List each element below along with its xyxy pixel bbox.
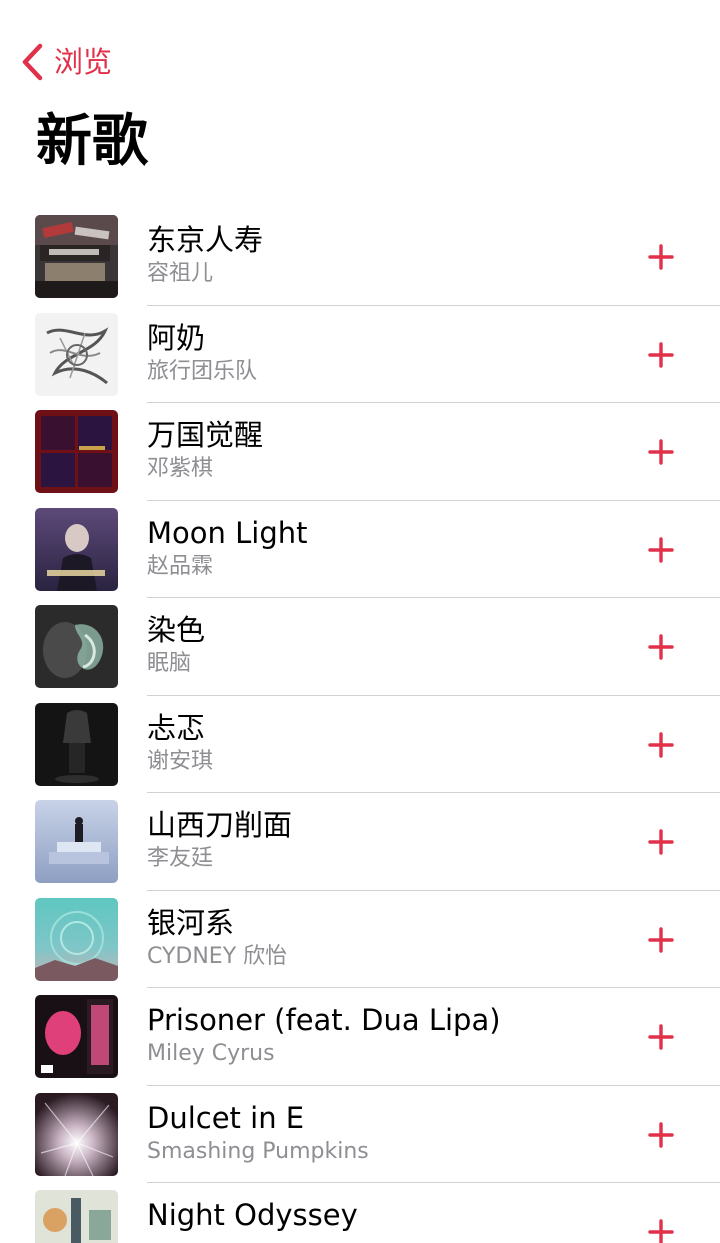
song-title: Night Odyssey bbox=[147, 1198, 358, 1232]
song-list: 东京人寿 容祖儿 阿奶 旅行团乐队 万国觉醒 邓紫棋 Moon Light 赵品… bbox=[0, 208, 720, 1243]
album-artwork bbox=[35, 1190, 118, 1243]
plus-icon bbox=[648, 634, 674, 660]
plus-icon bbox=[648, 1121, 674, 1148]
plus-icon bbox=[648, 439, 674, 465]
song-row[interactable]: Moon Light 赵品霖 bbox=[0, 501, 720, 598]
song-row[interactable]: Prisoner (feat. Dua Lipa) Miley Cyrus bbox=[0, 988, 720, 1086]
plus-icon bbox=[648, 244, 674, 270]
add-song-button[interactable] bbox=[640, 919, 682, 961]
song-row[interactable]: Night Odyssey bbox=[0, 1183, 720, 1243]
add-song-button[interactable] bbox=[640, 1114, 682, 1156]
album-artwork bbox=[35, 800, 118, 883]
song-artist: 邓紫棋 bbox=[147, 456, 214, 481]
song-artist: Miley Cyrus bbox=[147, 1041, 275, 1066]
song-row[interactable]: Dulcet in E Smashing Pumpkins bbox=[0, 1086, 720, 1183]
song-artist: 容祖儿 bbox=[147, 261, 214, 286]
plus-icon bbox=[648, 926, 674, 953]
plus-icon bbox=[648, 1219, 674, 1243]
song-title: Prisoner (feat. Dua Lipa) bbox=[147, 1003, 501, 1037]
album-artwork bbox=[35, 995, 118, 1078]
album-artwork bbox=[35, 410, 118, 493]
song-row[interactable]: 东京人寿 容祖儿 bbox=[0, 208, 720, 306]
song-artist: 眠脑 bbox=[147, 651, 192, 676]
album-artwork bbox=[35, 605, 118, 688]
song-title: 忐忑 bbox=[147, 710, 206, 745]
add-song-button[interactable] bbox=[640, 236, 682, 278]
song-title: 东京人寿 bbox=[147, 223, 264, 257]
new-songs-screen: 浏览 新歌 东京人寿 容祖儿 阿奶 旅行团乐队 万国觉醒 邓紫棋 Moon Li… bbox=[0, 0, 720, 1243]
back-button[interactable]: 浏览 bbox=[0, 38, 112, 86]
song-title: Moon Light bbox=[147, 515, 308, 550]
add-song-button[interactable] bbox=[640, 1211, 682, 1243]
plus-icon bbox=[648, 731, 674, 758]
album-artwork bbox=[35, 312, 118, 396]
song-row[interactable]: 阿奶 旅行团乐队 bbox=[0, 306, 720, 403]
plus-icon bbox=[648, 1024, 674, 1050]
chevron-left-icon bbox=[22, 43, 43, 81]
song-title: 山西刀削面 bbox=[147, 808, 293, 842]
back-label: 浏览 bbox=[54, 45, 113, 79]
add-song-button[interactable] bbox=[640, 431, 682, 473]
song-row[interactable]: 染色 眠脑 bbox=[0, 598, 720, 696]
add-song-button[interactable] bbox=[640, 529, 682, 571]
song-artist: 赵品霖 bbox=[147, 553, 214, 579]
song-artist: 旅行团乐队 bbox=[147, 358, 258, 384]
album-artwork bbox=[35, 702, 118, 786]
plus-icon bbox=[648, 829, 674, 855]
add-song-button[interactable] bbox=[640, 1016, 682, 1058]
song-row[interactable]: 忐忑 谢安琪 bbox=[0, 696, 720, 793]
page-title: 新歌 bbox=[36, 109, 148, 174]
song-title: 银河系 bbox=[147, 905, 235, 940]
song-title: 染色 bbox=[147, 613, 206, 647]
song-artist: 谢安琪 bbox=[147, 748, 214, 774]
song-artist: 李友廷 bbox=[147, 846, 214, 871]
song-title: 阿奶 bbox=[147, 320, 206, 355]
song-artist: Smashing Pumpkins bbox=[147, 1138, 369, 1164]
plus-icon bbox=[648, 341, 674, 368]
album-artwork bbox=[35, 215, 118, 298]
song-artist: CYDNEY 欣怡 bbox=[147, 943, 288, 969]
add-song-button[interactable] bbox=[640, 626, 682, 668]
add-song-button[interactable] bbox=[640, 334, 682, 376]
add-song-button[interactable] bbox=[640, 724, 682, 766]
add-song-button[interactable] bbox=[640, 821, 682, 863]
song-row[interactable]: 银河系 CYDNEY 欣怡 bbox=[0, 891, 720, 988]
album-artwork bbox=[35, 507, 118, 591]
album-artwork bbox=[35, 1092, 118, 1176]
song-title: 万国觉醒 bbox=[147, 418, 264, 452]
plus-icon bbox=[648, 536, 674, 563]
song-title: Dulcet in E bbox=[147, 1100, 305, 1135]
song-row[interactable]: 山西刀削面 李友廷 bbox=[0, 793, 720, 891]
song-row[interactable]: 万国觉醒 邓紫棋 bbox=[0, 403, 720, 501]
album-artwork bbox=[35, 897, 118, 981]
